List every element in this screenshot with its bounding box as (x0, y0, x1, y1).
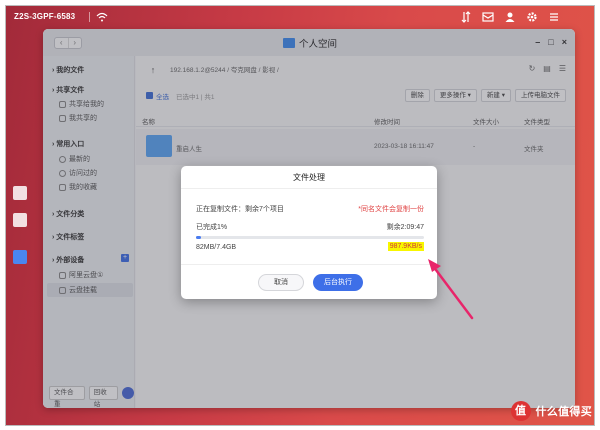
copy-status: 正在复制文件：剩余7个项目 (196, 206, 284, 213)
wifi-icon[interactable] (96, 11, 108, 23)
run-in-background-button[interactable]: 后台执行 (313, 274, 363, 291)
watermark-text: 什么值得买 (535, 406, 592, 418)
device-name: Z2S-3GPF-6583 (14, 12, 76, 21)
time-remaining: 剩余2:09:47 (386, 224, 424, 231)
progress-percent: 已完成1% (196, 224, 228, 231)
file-process-dialog: 文件处理 正在复制文件：剩余7个项目 *同名文件会复制一份 已完成1% 剩余2:… (181, 166, 437, 299)
transfer-icon[interactable] (460, 11, 472, 23)
mail-icon[interactable] (482, 11, 494, 23)
top-bar: Z2S-3GPF-6583 (6, 6, 594, 28)
progress-fill (196, 236, 201, 239)
top-bar-divider (89, 12, 90, 22)
transfer-speed: 987.9KB/s (387, 242, 424, 251)
gear-icon[interactable] (526, 11, 538, 23)
files-app-icon[interactable] (13, 250, 27, 264)
dialog-title: 文件处理 (293, 173, 325, 182)
storage-app-icon[interactable] (13, 186, 27, 200)
dialog-footer-divider (181, 264, 437, 265)
menu-icon[interactable] (548, 11, 560, 23)
user-icon[interactable] (504, 11, 516, 23)
transferred-size: 82MB/7.4GB (196, 244, 237, 251)
cancel-button[interactable]: 取消 (258, 274, 304, 291)
progress-bar (196, 236, 424, 239)
watermark-logo: 值 (510, 401, 531, 421)
dialog-divider (181, 188, 437, 189)
watermark: 值 什么值得买 (510, 401, 593, 421)
apps-grid-icon[interactable] (13, 213, 27, 227)
duplicate-warning: *同名文件会复制一份 (358, 206, 424, 213)
